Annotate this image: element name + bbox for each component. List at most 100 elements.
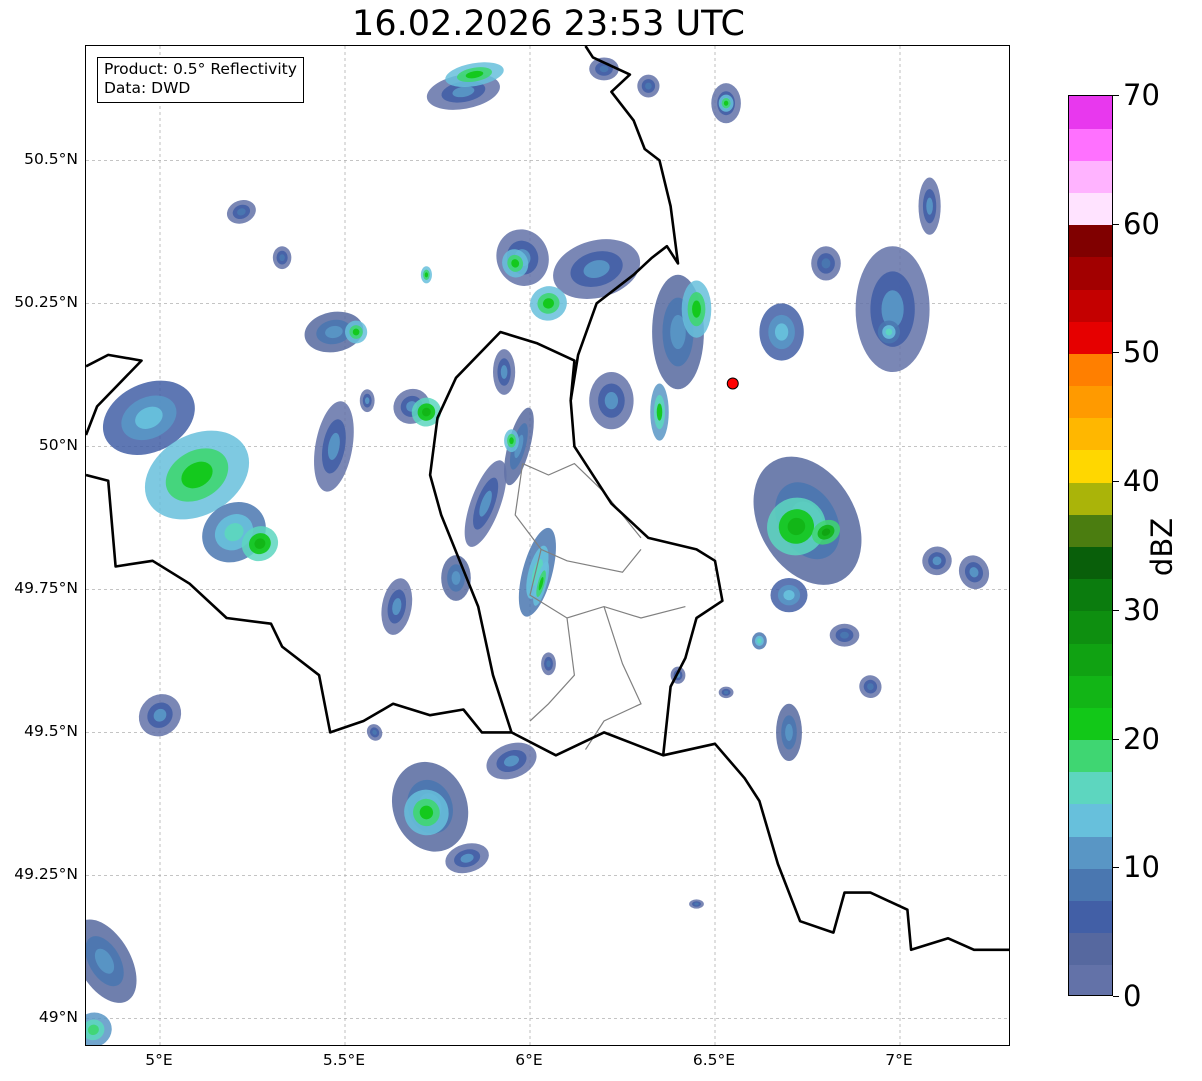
colorbar-segment: [1069, 610, 1112, 644]
echo-cell: [718, 94, 734, 112]
colorbar-segment: [1069, 964, 1112, 995]
echo-core: [546, 660, 551, 668]
echo-core: [694, 902, 699, 906]
echo-cell: [922, 546, 952, 576]
echo-cell: [918, 177, 941, 235]
echo-cell: [589, 372, 634, 430]
echo-core: [692, 300, 701, 318]
echo-core: [757, 638, 762, 644]
colorbar-tick-label: 20: [1123, 721, 1160, 756]
echo-cell: [829, 623, 860, 647]
colorbar-tick: [1113, 996, 1119, 997]
echo-core: [723, 690, 729, 695]
lon-tick-label: 6°E: [515, 1051, 543, 1069]
echo-cell: [589, 57, 619, 81]
echo-core: [645, 82, 652, 90]
echo-cell: [359, 389, 375, 413]
colorbar-segment: [1069, 707, 1112, 741]
colorbar-segment: [1069, 546, 1112, 580]
echo-cell: [541, 652, 556, 676]
colorbar-tick: [1113, 481, 1119, 483]
colorbar-segment: [1069, 321, 1112, 354]
colorbar-tick: [1113, 609, 1119, 611]
colorbar-segment: [1069, 289, 1112, 322]
echo-cell: [855, 246, 930, 373]
data-source-label: Data: DWD: [104, 79, 191, 97]
echo-cell: [314, 401, 354, 492]
echo-cell: [681, 280, 712, 338]
echo-cell: [504, 429, 519, 453]
colorbar-tick-label: 10: [1123, 850, 1160, 885]
echo-cell: [718, 686, 734, 699]
colorbar-tick-label: 70: [1123, 78, 1160, 112]
lon-tick-label: 5°E: [145, 1051, 173, 1069]
echo-core: [785, 723, 793, 741]
echo-core: [509, 437, 514, 445]
echo-core: [279, 254, 285, 262]
colorbar-tick: [1113, 738, 1119, 740]
radar-map[interactable]: [85, 45, 1010, 1046]
echo-cell: [420, 266, 432, 284]
lat-tick-label: 50.5°N: [24, 150, 78, 169]
echo-core: [821, 258, 831, 269]
colorbar-segment: [1069, 449, 1112, 483]
lat-tick-label: 50°N: [38, 436, 78, 455]
colorbar-tick: [1113, 867, 1119, 869]
colorbar-segment: [1069, 128, 1112, 161]
colorbar: [1068, 95, 1113, 996]
colorbar-segment: [1069, 803, 1112, 837]
echo-cell: [859, 675, 882, 699]
echo-core: [424, 272, 429, 278]
colorbar-tick-label: 0: [1123, 979, 1142, 1013]
echo-core: [500, 365, 508, 379]
echo-cell: [493, 349, 516, 395]
echo-core: [885, 328, 893, 336]
colorbar-segment: [1069, 868, 1112, 901]
echo-cell: [689, 899, 704, 909]
lat-tick-label: 49°N: [38, 1008, 78, 1027]
colorbar-segment: [1069, 256, 1112, 290]
echo-cell: [770, 577, 808, 613]
echo-core: [656, 403, 663, 421]
colorbar-segment: [1069, 192, 1112, 226]
lon-tick-label: 7°E: [885, 1051, 913, 1069]
lat-tick-label: 49.5°N: [24, 722, 78, 741]
colorbar-tick: [1113, 223, 1119, 225]
colorbar-segment: [1069, 160, 1112, 194]
echo-cell: [86, 1012, 112, 1045]
colorbar-segment: [1069, 417, 1112, 451]
colorbar-tick-label: 60: [1123, 206, 1160, 241]
echo-cell: [226, 199, 256, 224]
lat-tick-label: 50.25°N: [14, 293, 78, 312]
lat-tick-label: 49.75°N: [14, 579, 78, 598]
colorbar-segment: [1069, 675, 1112, 708]
echo-core: [364, 397, 370, 405]
lon-tick-label: 5.5°E: [322, 1051, 366, 1069]
echo-core: [926, 197, 933, 215]
echo-cell: [366, 724, 383, 741]
echo-cell: [650, 383, 669, 441]
product-label: Product: 0.5° Reflectivity: [104, 60, 297, 78]
colorbar-tick-label: 30: [1123, 592, 1160, 627]
map-title: 16.02.2026 23:53 UTC: [352, 4, 745, 44]
echo-core: [783, 589, 795, 601]
regional-border-line: [584, 606, 642, 750]
regional-border-line: [522, 462, 642, 539]
echo-core: [604, 392, 619, 410]
echo-cell: [138, 694, 182, 737]
colorbar-segment: [1069, 578, 1112, 612]
echo-cell: [752, 632, 767, 650]
colorbar-segment: [1069, 739, 1112, 773]
reflectivity-echoes: [86, 57, 990, 1045]
colorbar-unit-label: dBZ: [1145, 517, 1179, 577]
echo-core: [774, 323, 789, 341]
colorbar-segment: [1069, 353, 1112, 387]
colorbar-tick-label: 50: [1123, 335, 1160, 370]
regional-borders: [514, 462, 686, 750]
echo-core: [599, 65, 609, 73]
echo-cell: [776, 703, 802, 762]
colorbar-tick: [1113, 95, 1119, 96]
echo-cell: [272, 246, 292, 270]
lon-tick-label: 6.5°E: [692, 1051, 736, 1069]
echo-cell: [381, 578, 413, 635]
